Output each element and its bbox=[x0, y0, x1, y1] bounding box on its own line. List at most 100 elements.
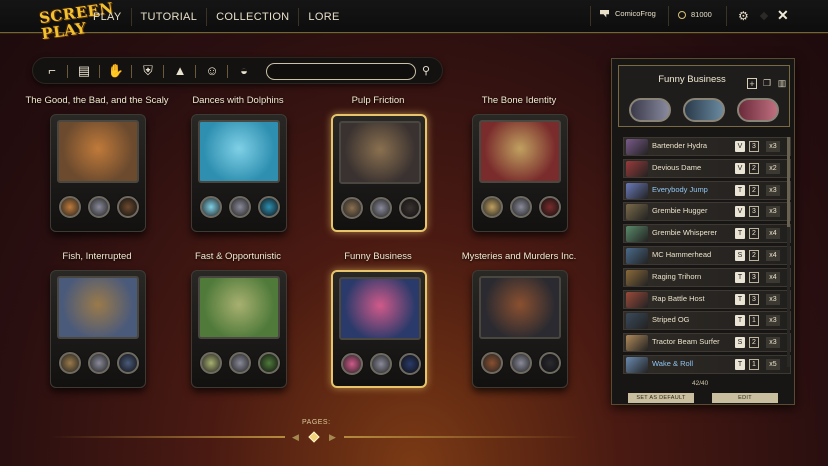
card-type-icon: T bbox=[735, 315, 745, 327]
hero-portrait[interactable] bbox=[370, 353, 392, 375]
trash-icon[interactable]: ▥ bbox=[777, 78, 787, 89]
deck-frame[interactable] bbox=[331, 270, 427, 388]
gun-icon[interactable]: ⌐ bbox=[43, 62, 61, 80]
page-indicator-1[interactable] bbox=[308, 431, 320, 443]
badge-icon[interactable]: ⛨ bbox=[139, 62, 157, 80]
hero-slot-1[interactable] bbox=[629, 98, 671, 122]
card-quantity: x5 bbox=[766, 358, 780, 370]
deck-frame[interactable] bbox=[472, 114, 568, 232]
hero-portrait[interactable] bbox=[59, 352, 81, 374]
hero-portrait[interactable] bbox=[481, 196, 503, 218]
edit-button[interactable]: EDIT bbox=[712, 393, 778, 403]
card-row[interactable]: Raging Trihorn T 3 x4 bbox=[623, 267, 791, 287]
nav-play[interactable]: PLAY bbox=[84, 7, 132, 26]
deck-title: Funny Business bbox=[344, 251, 412, 262]
deck-frame[interactable] bbox=[50, 114, 146, 232]
nav-collection[interactable]: COLLECTION bbox=[207, 7, 300, 26]
hero-portrait[interactable] bbox=[229, 352, 251, 374]
scroll-thumb[interactable] bbox=[787, 137, 790, 227]
card-thumbnail bbox=[626, 247, 648, 264]
set-default-button[interactable]: SET AS DEFAULT bbox=[628, 393, 694, 403]
card-row[interactable]: Grembie Hugger V 3 x3 bbox=[623, 202, 791, 222]
search-icon[interactable]: ⚲ bbox=[422, 62, 436, 80]
prev-page-icon[interactable]: ◀ bbox=[292, 432, 299, 443]
deck-frame[interactable] bbox=[50, 270, 146, 388]
mask-icon[interactable]: ☺ bbox=[203, 62, 221, 80]
card-cost: 1 bbox=[749, 358, 759, 370]
copy-icon[interactable]: ❐ bbox=[762, 78, 772, 89]
diamond-ornament-icon bbox=[759, 11, 769, 21]
nav-lore[interactable]: LORE bbox=[299, 8, 348, 26]
hero-portrait[interactable] bbox=[59, 196, 81, 218]
card-cost: 2 bbox=[749, 162, 759, 174]
deck-card[interactable]: Mysteries and Murders Inc. bbox=[462, 251, 576, 401]
bowl-icon[interactable]: ◒ bbox=[235, 62, 253, 80]
divider bbox=[726, 6, 727, 26]
hero-portrait[interactable] bbox=[88, 196, 110, 218]
deck-card[interactable]: The Bone Identity bbox=[464, 95, 574, 245]
hero-portrait[interactable] bbox=[510, 352, 532, 374]
deck-title: Dances with Dolphins bbox=[192, 95, 284, 106]
close-icon[interactable]: ✕ bbox=[777, 8, 789, 22]
hero-portrait[interactable] bbox=[370, 197, 392, 219]
card-name: Grembie Whisperer bbox=[652, 228, 718, 238]
deck-card[interactable]: Fast & Opportunistic bbox=[183, 251, 293, 401]
deck-detail-panel: Funny Business + ❐ ▥ Bartender Hydra V 3 x3… bbox=[611, 58, 795, 405]
card-list-scrollbar[interactable] bbox=[787, 137, 790, 367]
hand-icon[interactable]: ✋ bbox=[107, 62, 125, 80]
hero-portrait[interactable] bbox=[200, 196, 222, 218]
card-row[interactable]: Everybody Jump T 2 x3 bbox=[623, 180, 791, 200]
hero-portrait[interactable] bbox=[229, 196, 251, 218]
pyramid-icon[interactable]: ▲ bbox=[171, 62, 189, 80]
card-name: Everybody Jump bbox=[652, 184, 708, 194]
hero-portrait[interactable] bbox=[399, 197, 421, 219]
deck-frame[interactable] bbox=[472, 270, 568, 388]
nav-tutorial[interactable]: TUTORIAL bbox=[132, 7, 208, 26]
hero-portrait[interactable] bbox=[399, 353, 421, 375]
hero-portrait[interactable] bbox=[258, 352, 280, 374]
card-row[interactable]: Grembie Whisperer T 2 x4 bbox=[623, 224, 791, 244]
hero-portrait[interactable] bbox=[481, 352, 503, 374]
deck-card[interactable]: Fish, Interrupted bbox=[42, 251, 152, 401]
add-icon[interactable]: + bbox=[747, 78, 757, 89]
next-page-icon[interactable]: ▶ bbox=[329, 432, 336, 443]
hero-portrait[interactable] bbox=[117, 352, 139, 374]
deck-card[interactable]: Dances with Dolphins bbox=[183, 95, 293, 245]
hero-slot-3[interactable] bbox=[737, 98, 779, 122]
card-row[interactable]: Rap Battle Host T 3 x3 bbox=[623, 289, 791, 309]
hero-slot-2[interactable] bbox=[683, 98, 725, 122]
hero-portrait[interactable] bbox=[117, 196, 139, 218]
user-profile[interactable]: ComicoFrog bbox=[600, 9, 656, 18]
ticket-icon[interactable]: ▤ bbox=[75, 62, 93, 80]
card-quantity: x3 bbox=[766, 206, 780, 218]
deck-title: Fish, Interrupted bbox=[62, 251, 132, 262]
deck-card[interactable]: Pulp Friction bbox=[323, 95, 433, 245]
deck-frame[interactable] bbox=[191, 114, 287, 232]
hero-portrait[interactable] bbox=[539, 196, 561, 218]
hero-portrait[interactable] bbox=[258, 196, 280, 218]
hero-portrait[interactable] bbox=[539, 352, 561, 374]
card-row[interactable]: Striped OG T 1 x3 bbox=[623, 311, 791, 331]
screen-play-logo[interactable]: SCREEN PLAY bbox=[28, 0, 115, 43]
hero-portrait[interactable] bbox=[510, 196, 532, 218]
card-row[interactable]: Devious Dame V 2 x2 bbox=[623, 158, 791, 178]
card-cost: 3 bbox=[749, 141, 759, 152]
card-type-icon: T bbox=[735, 358, 745, 370]
card-name: MC Hammerhead bbox=[652, 249, 712, 259]
hero-portrait[interactable] bbox=[341, 197, 363, 219]
card-list: Bartender Hydra V 3 x3 Devious Dame V 2 x2 Every… bbox=[623, 137, 791, 377]
hero-portrait[interactable] bbox=[88, 352, 110, 374]
card-row[interactable]: Wake & Roll T 1 x5 bbox=[623, 354, 791, 374]
hero-portrait[interactable] bbox=[200, 352, 222, 374]
card-row[interactable]: Tractor Beam Surfer S 2 x3 bbox=[623, 333, 791, 353]
deck-frame[interactable] bbox=[191, 270, 287, 388]
card-row[interactable]: MC Hammerhead S 2 x4 bbox=[623, 245, 791, 265]
gear-icon[interactable]: ⚙ bbox=[738, 10, 750, 22]
deck-card[interactable]: Funny Business bbox=[323, 251, 433, 401]
search-input[interactable] bbox=[266, 63, 416, 80]
card-row[interactable]: Bartender Hydra V 3 x3 bbox=[623, 137, 791, 156]
hero-portrait[interactable] bbox=[341, 353, 363, 375]
divider bbox=[344, 436, 579, 438]
deck-card[interactable]: The Good, the Bad, and the Scaly bbox=[25, 95, 169, 245]
deck-frame[interactable] bbox=[331, 114, 427, 232]
